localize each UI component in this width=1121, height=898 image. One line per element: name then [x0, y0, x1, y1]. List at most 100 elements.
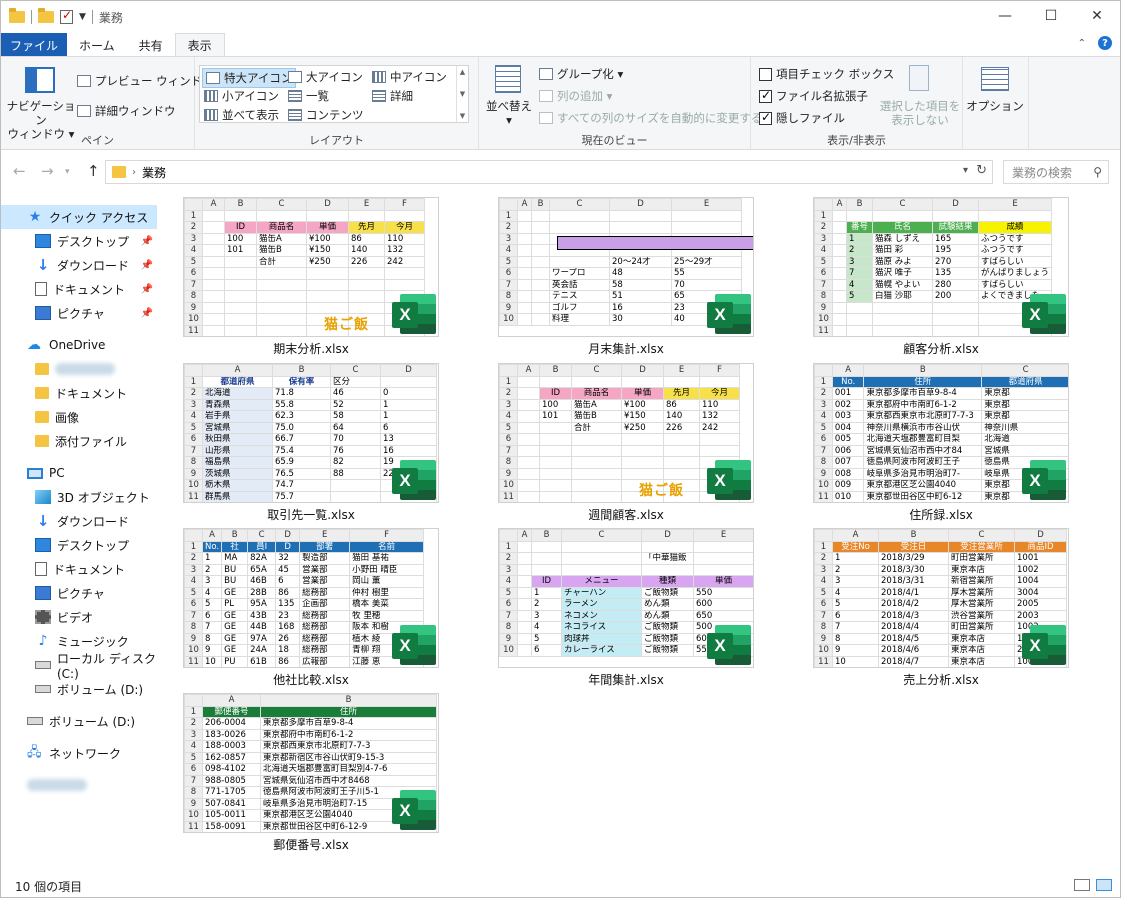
scroll-down-icon[interactable]: ▼ [460, 90, 465, 98]
breadcrumb-folder[interactable]: 業務 [142, 164, 166, 181]
nav-pc-documents[interactable]: ドキュメント [1, 557, 157, 581]
size-all-columns-button[interactable]: すべての列のサイズを自動的に変更する [539, 110, 762, 126]
scroll-up-icon[interactable]: ▲ [460, 68, 465, 76]
nav-onedrive-documents[interactable]: ドキュメント [1, 381, 157, 405]
qat-dropdown-icon[interactable]: ▼ [79, 12, 86, 22]
refresh-icon[interactable]: ↻ [976, 163, 987, 178]
cell [517, 598, 532, 611]
help-icon[interactable]: ? [1098, 36, 1112, 50]
options-button[interactable]: オプション [963, 99, 1027, 113]
nav-pc-volume-d[interactable]: ボリューム (D:) [1, 677, 157, 701]
folder-icon[interactable] [9, 8, 25, 23]
hidden-items-checkbox[interactable] [759, 110, 772, 125]
sort-button[interactable]: 並べ替え [483, 99, 535, 113]
nav-qa-downloads[interactable]: ↓ ダウンロード 📌 [1, 253, 157, 277]
item-checkboxes-toggle[interactable]: 項目チェック ボックス [759, 66, 894, 82]
recent-locations-icon[interactable]: ▾ [65, 167, 70, 177]
maximize-button[interactable]: ☐ [1028, 1, 1074, 31]
nav-pc-downloads[interactable]: ↓ ダウンロード [1, 509, 157, 533]
nav-pc[interactable]: PC [1, 461, 157, 485]
tab-home[interactable]: ホーム [67, 33, 127, 57]
file-extensions-toggle[interactable]: ファイル名拡張子 [759, 88, 868, 104]
layout-gallery-scroll[interactable]: ▲ ▼ ▼ [456, 66, 468, 122]
add-columns-button[interactable]: 列の追加 ▾ [539, 88, 612, 104]
tab-file[interactable]: ファイル [1, 33, 68, 57]
item-checkboxes-checkbox[interactable] [759, 67, 772, 81]
sort-dropdown-icon[interactable]: ▾ [501, 113, 517, 127]
breadcrumb-chevron-icon[interactable]: › [132, 167, 136, 178]
details-option[interactable]: 詳細 [372, 88, 413, 104]
nav-pc-desktop[interactable]: デスクトップ [1, 533, 157, 557]
details-pane-button[interactable]: 詳細ウィンドウ [77, 103, 176, 119]
nav-qa-pictures[interactable]: ピクチャ 📌 [1, 301, 157, 325]
cell: 宮城県 [202, 421, 273, 434]
small-icons-option[interactable]: 小アイコン [204, 88, 279, 104]
cell [224, 313, 257, 326]
file-item[interactable]: A B C D E F 1 2 ID 商品名 単価 先月 今月 3 100 猫缶A ¥100 86 110 4 101 猫… [498, 363, 754, 525]
cell: 2018/4/4 [878, 621, 949, 634]
row-header: 3 [499, 232, 518, 245]
minimize-button[interactable]: — [982, 1, 1028, 31]
tab-view[interactable]: 表示 [174, 33, 225, 57]
file-item[interactable]: A B C D E F 1 No. 社員I D 部署 名前 2 1 MA 82A 32 製造部 猫田 基祐 3 2 BU 6… [183, 528, 439, 690]
file-item[interactable]: A B 1 郵便番号 住所 2 206-0004 東京都多摩市百草9-8-4 3 183-0026… [183, 693, 439, 855]
file-item[interactable]: A B C D E 1 2 番号 氏名 試験結果 成績 3 1 猫森 しずえ 165 ふつうです 4 2 猫田 彩1… [813, 197, 1069, 359]
nav-network[interactable]: 🖧 ネットワーク [1, 741, 157, 765]
collapse-ribbon-icon[interactable]: ⌃ [1078, 38, 1086, 49]
tab-share[interactable]: 共有 [127, 33, 175, 57]
file-item[interactable]: A B C D 1 受注No 受注日 受注営業所 商品ID 2 1 2018/3/29 町田営業所 100… [813, 528, 1069, 690]
nav-pc-3d-objects[interactable]: 3D オブジェクト [1, 485, 157, 509]
nav-onedrive-images[interactable]: 画像 [1, 405, 157, 429]
nav-pc-pictures[interactable]: ピクチャ [1, 581, 157, 605]
excel-icon: X [392, 460, 436, 500]
file-item[interactable]: A B C 1 No. 住所 都道府県 2 001 東京都多摩市百草9-8-4 東京都 3 002 東京都… [813, 363, 1069, 525]
options-icon[interactable] [981, 67, 1009, 91]
tiles-option[interactable]: 並べて表示 [204, 107, 279, 123]
nav-qa-desktop[interactable]: デスクトップ 📌 [1, 229, 157, 253]
new-folder-icon[interactable] [38, 8, 54, 23]
up-arrow-icon[interactable]: ↑ [87, 162, 100, 180]
group-by-button[interactable]: グループ化 ▾ [539, 66, 623, 82]
excel-icon: X [392, 790, 436, 830]
nav-quick-access[interactable]: ★ クイック アクセス [1, 205, 157, 229]
file-item[interactable]: A B C D E 1 2 3 4 5 20～24才 25～29才 6 ワープロ 48 55 7 英会話 58 70 8… [498, 197, 754, 359]
cell: 青森県 [202, 398, 273, 411]
nav-qa-documents[interactable]: ドキュメント 📌 [1, 277, 157, 301]
nav-onedrive[interactable]: ☁ OneDrive [1, 333, 157, 357]
large-icons-option[interactable]: 大アイコン [288, 69, 363, 85]
nav-onedrive-attachments[interactable]: 添付ファイル [1, 429, 157, 453]
music-icon: ♪ [38, 633, 48, 649]
hide-selected-button[interactable]: 選択した項目を 表示しない [875, 99, 965, 127]
address-bar[interactable]: › 業務 ▾ ↻ [105, 160, 993, 184]
file-item[interactable]: A B C D E 1 2 「中華猫飯 3 4 ID メニュー 種類 単価 5 1 チャーハン ご飯物類 550 6 2… [498, 528, 754, 690]
nav-pc-videos[interactable]: ビデオ [1, 605, 157, 629]
cell: ご飯物類 [641, 644, 694, 657]
properties-icon[interactable] [60, 8, 73, 24]
search-icon[interactable]: ⚲ [1093, 165, 1102, 179]
file-item[interactable]: A B C D 1 都道府県 保有率 区分 2 北海道 71.8 46 0 3 青森県 55.8 52 1 4 岩手県… [183, 363, 439, 525]
forward-arrow-icon[interactable]: → [41, 162, 54, 180]
cell: 70 [330, 433, 381, 446]
details-view-icon[interactable] [1074, 879, 1090, 891]
nav-pc-local-disk[interactable]: ローカル ディスク (C:) [1, 652, 157, 681]
large-icons-view-icon[interactable] [1096, 879, 1112, 891]
preview-pane-button[interactable]: プレビュー ウィンドウ [77, 73, 214, 89]
file-extensions-checkbox[interactable] [759, 88, 772, 103]
address-dropdown-icon[interactable]: ▾ [963, 165, 968, 176]
nav-blurred-item[interactable] [1, 773, 157, 797]
back-arrow-icon[interactable]: ← [13, 162, 26, 180]
content-option[interactable]: コンテンツ [288, 107, 364, 123]
nav-onedrive-blurred[interactable] [1, 357, 157, 381]
navigation-pane-icon[interactable] [25, 67, 55, 93]
nav-volume-d[interactable]: ボリューム (D:) [1, 709, 157, 733]
hidden-items-toggle[interactable]: 隠しファイル [759, 110, 845, 126]
extra-large-icons-option[interactable]: 特大アイコン [202, 68, 297, 88]
list-option[interactable]: 一覧 [288, 88, 329, 104]
expand-gallery-icon[interactable]: ▼ [460, 112, 465, 120]
file-item[interactable]: A B C D E F 1 2 ID 商品名 単価 先月 今月 3 100 猫缶A ¥100 86 110 4 101 猫… [183, 197, 439, 359]
search-input[interactable]: 業務の検索 ⚲ [1003, 160, 1109, 184]
cell: 2018/3/29 [878, 552, 949, 565]
medium-icons-option[interactable]: 中アイコン [372, 69, 447, 85]
sort-icon[interactable] [495, 65, 521, 93]
close-button[interactable]: ✕ [1074, 1, 1120, 31]
